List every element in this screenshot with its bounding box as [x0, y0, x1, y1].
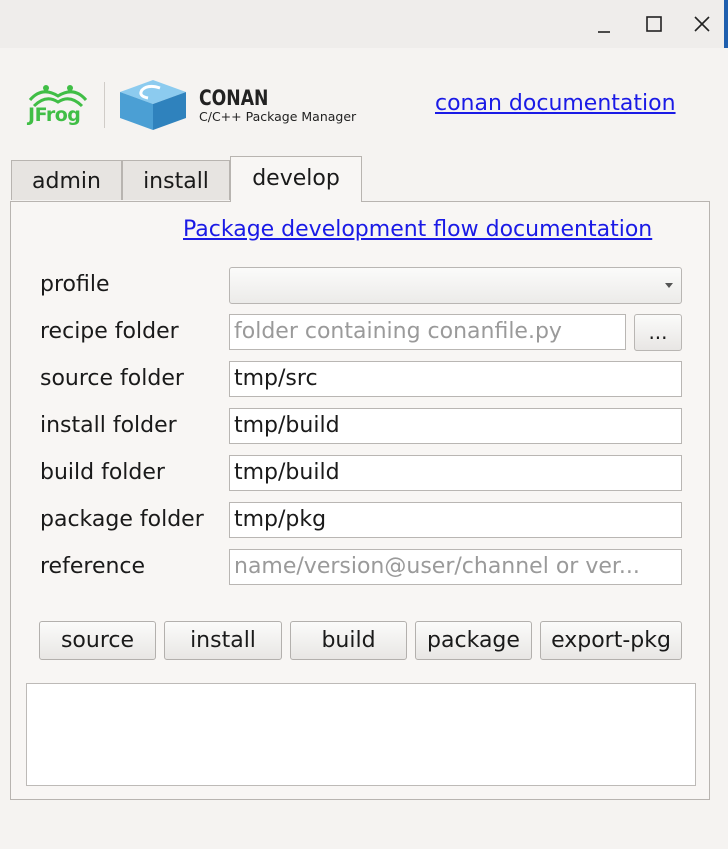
minimize-button[interactable]	[590, 10, 618, 38]
minimize-icon	[598, 31, 610, 33]
jfrog-logo: JFrog	[26, 80, 90, 130]
maximize-icon	[646, 16, 662, 32]
tab-admin[interactable]: admin	[11, 160, 122, 200]
conan-documentation-link[interactable]: conan documentation	[435, 91, 676, 116]
build-folder-label: build folder	[40, 460, 165, 485]
flow-documentation-link[interactable]: Package development flow documentation	[183, 217, 652, 242]
source-button[interactable]: source	[39, 621, 156, 660]
tab-develop[interactable]: develop	[230, 156, 362, 202]
close-button[interactable]	[688, 10, 716, 38]
install-folder-label: install folder	[40, 413, 177, 438]
conan-subtitle: C/C++ Package Manager	[199, 109, 357, 124]
export-pkg-button[interactable]: export-pkg	[540, 621, 682, 660]
conan-logo	[118, 78, 188, 132]
package-folder-label: package folder	[40, 507, 204, 532]
conan-cube-icon	[120, 80, 186, 130]
package-button[interactable]: package	[415, 621, 532, 660]
profile-select[interactable]	[229, 267, 682, 304]
output-console[interactable]	[26, 683, 696, 786]
conan-title: CONAN	[199, 86, 269, 110]
browse-button[interactable]: ...	[634, 314, 682, 351]
reference-input[interactable]: name/version@user/channel or ver...	[229, 549, 682, 585]
recipe-folder-label: recipe folder	[40, 319, 179, 344]
reference-label: reference	[40, 554, 146, 579]
install-folder-input[interactable]: tmp/build	[229, 408, 682, 444]
source-folder-label: source folder	[40, 366, 184, 391]
maximize-button[interactable]	[640, 10, 668, 38]
dropdown-arrow-icon	[665, 283, 673, 288]
install-button[interactable]: install	[164, 621, 282, 660]
logo-divider	[104, 82, 105, 128]
package-folder-input[interactable]: tmp/pkg	[229, 502, 682, 538]
source-folder-input[interactable]: tmp/src	[229, 361, 682, 397]
window-edge	[724, 0, 728, 48]
build-button[interactable]: build	[290, 621, 407, 660]
build-folder-input[interactable]: tmp/build	[229, 455, 682, 491]
jfrog-wordmark: JFrog	[28, 104, 81, 126]
close-icon	[694, 16, 710, 32]
recipe-folder-input[interactable]: folder containing conanfile.py	[229, 314, 626, 350]
tab-install[interactable]: install	[122, 160, 230, 200]
profile-label: profile	[40, 272, 110, 297]
